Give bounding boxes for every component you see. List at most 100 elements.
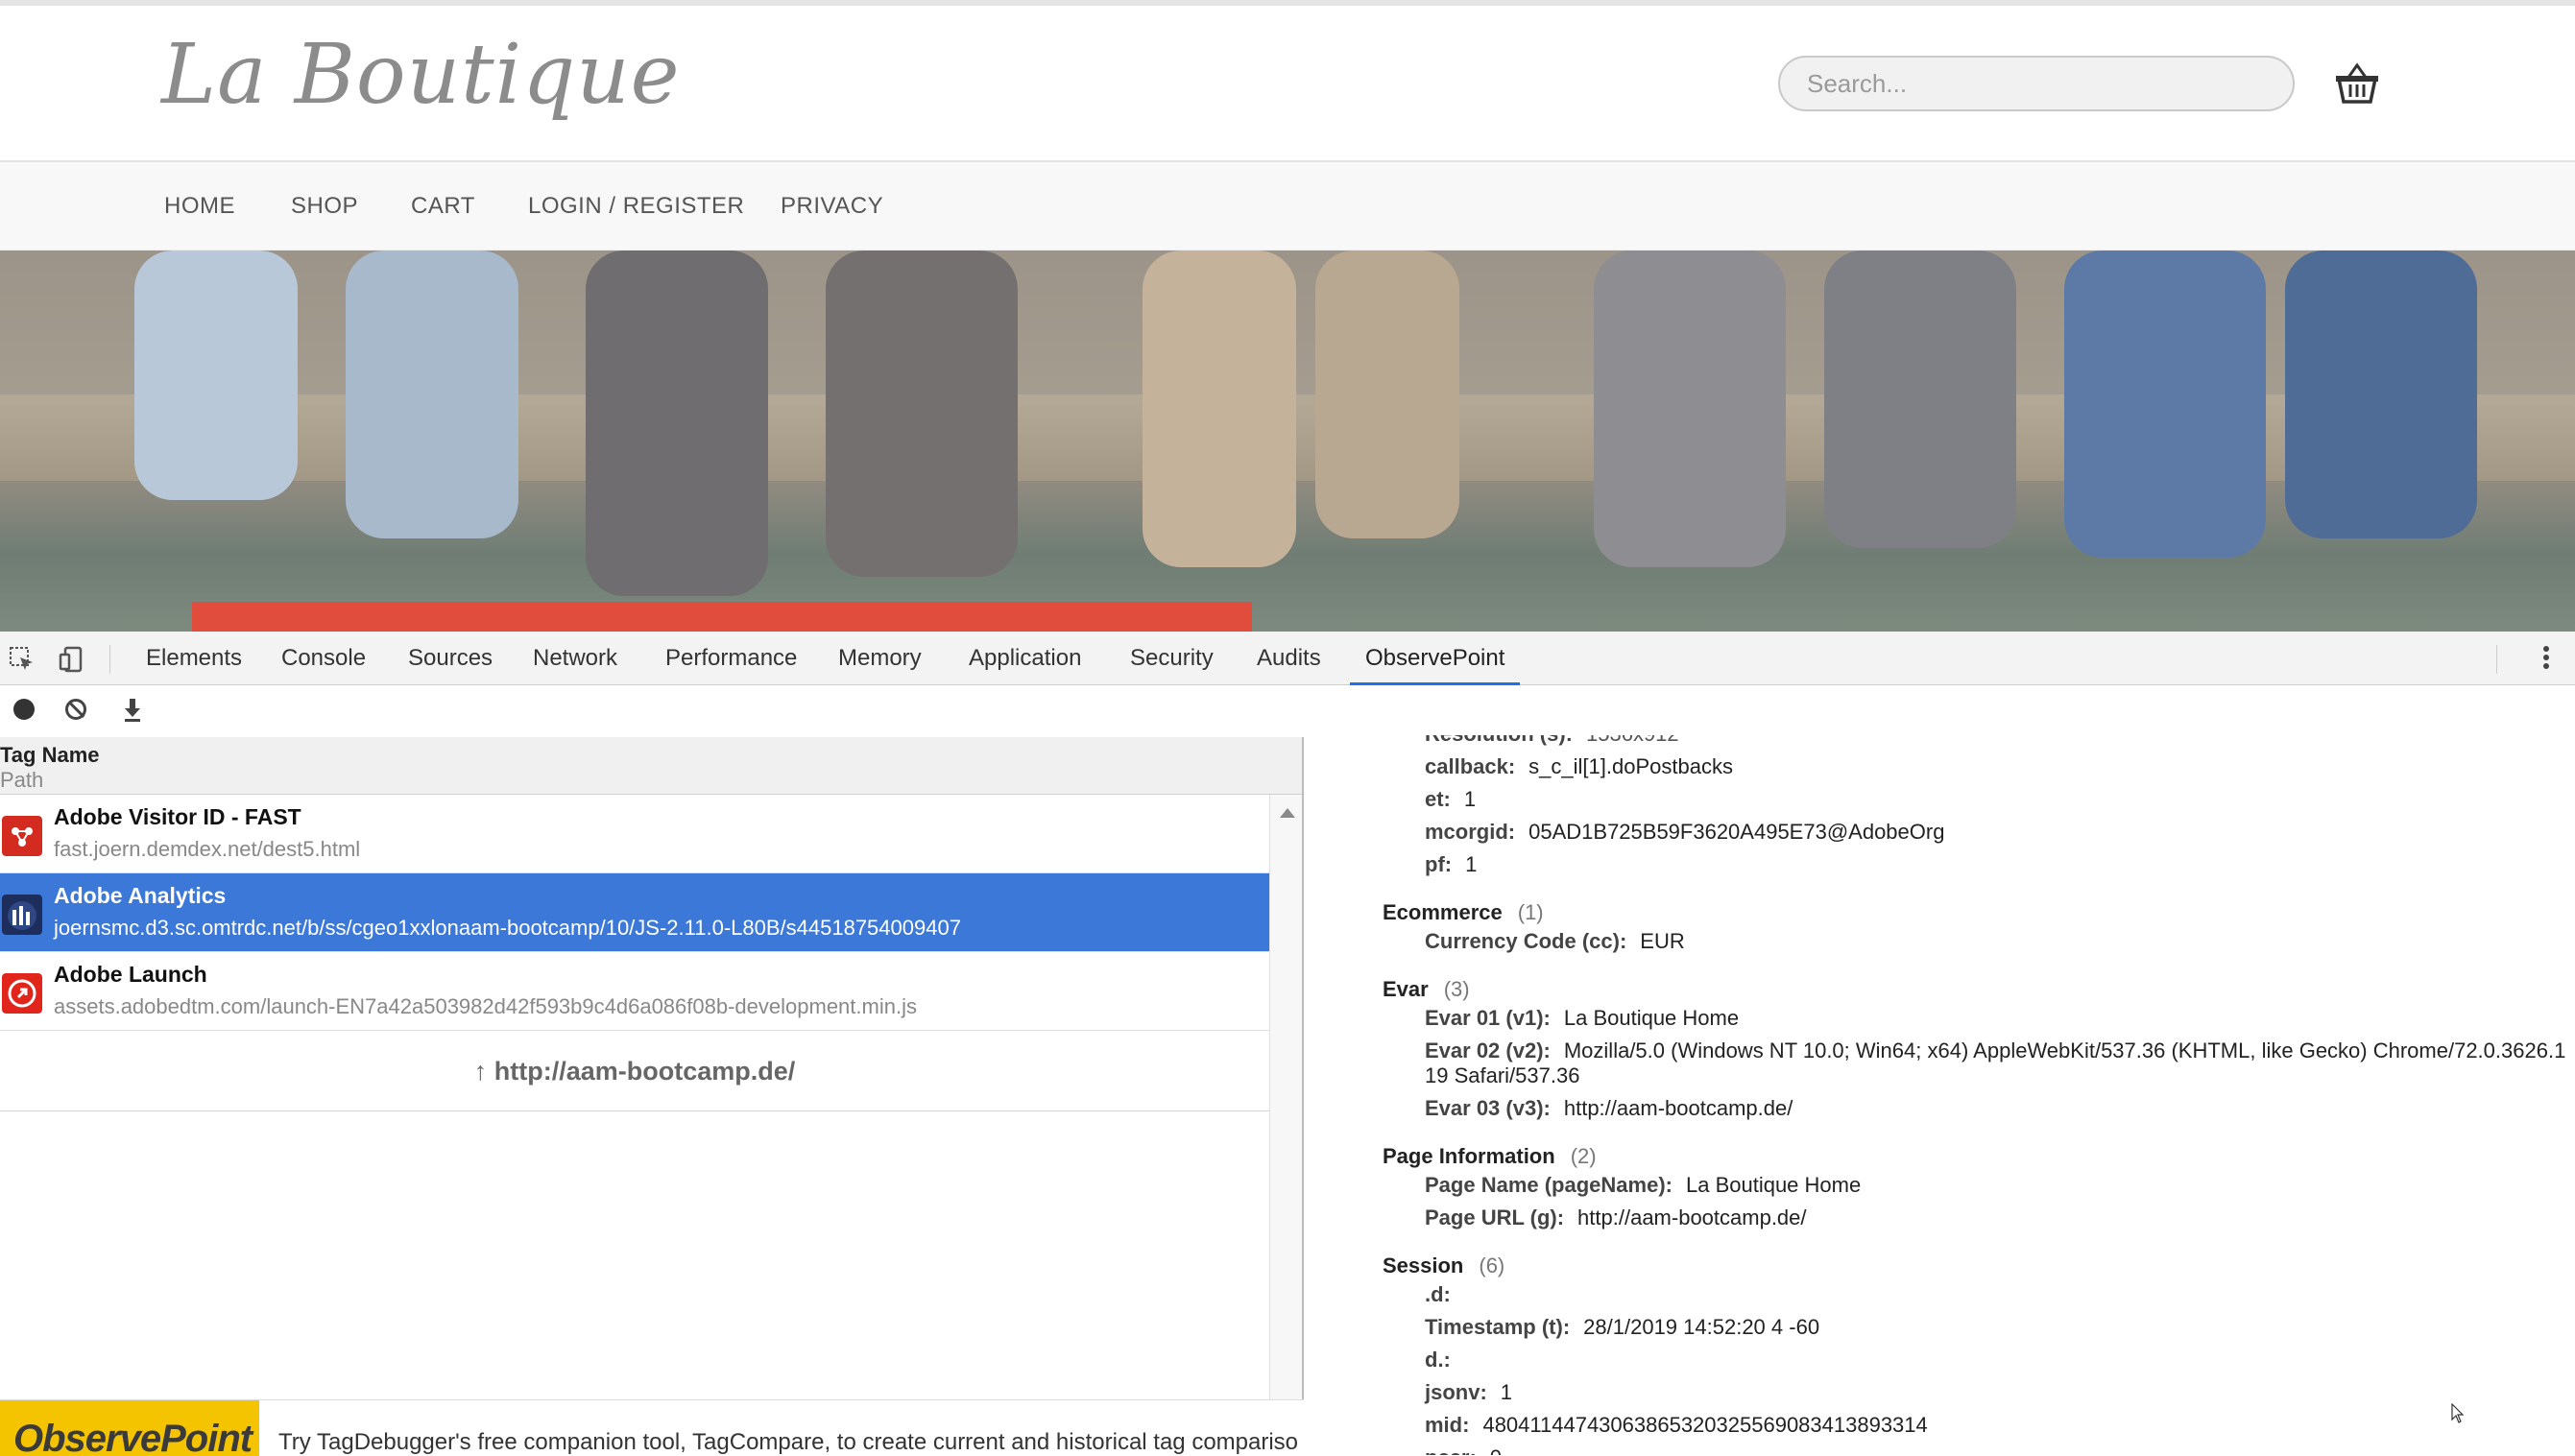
- tag-name: Adobe Launch: [54, 962, 207, 987]
- detail-key: Resolution (s):: [1425, 735, 1573, 746]
- detail-key: Page Name (pageName):: [1425, 1173, 1673, 1197]
- tab-memory[interactable]: Memory: [838, 632, 922, 685]
- tag-path: fast.joern.demdex.net/dest5.html: [54, 837, 361, 861]
- detail-key: callback:: [1425, 754, 1516, 778]
- detail-key: Timestamp (t):: [1425, 1315, 1571, 1339]
- detail-key: pccr:: [1425, 1445, 1477, 1455]
- nav-cart[interactable]: CART: [411, 193, 475, 220]
- mouse-cursor-icon: [2451, 1403, 2465, 1423]
- tag-details-panel: Resolution (s): 1536x912 callback: s_c_il[…: [1306, 735, 2575, 1455]
- detail-row: Evar 03 (v3): http://aam-bootcamp.de/: [1425, 1096, 1793, 1121]
- basket-icon[interactable]: [2333, 60, 2381, 107]
- nav-home[interactable]: HOME: [164, 193, 235, 220]
- section-title: Page Information: [1383, 1144, 1555, 1168]
- detail-row: Currency Code (cc): EUR: [1425, 929, 1685, 954]
- detail-row: .d:: [1425, 1282, 1464, 1307]
- section-evar[interactable]: Evar (3): [1383, 977, 1470, 1002]
- tab-application[interactable]: Application: [969, 632, 1081, 685]
- detail-key: Currency Code (cc):: [1425, 929, 1627, 953]
- detail-value: 28/1/2019 14:52:20 4 -60: [1583, 1315, 1820, 1339]
- tab-elements[interactable]: Elements: [146, 632, 242, 685]
- section-count: (2): [1570, 1144, 1597, 1168]
- scroll-up-icon[interactable]: [1280, 808, 1295, 818]
- detail-value: 1536x912: [1586, 735, 1679, 746]
- observepoint-logo[interactable]: ObservePoint: [0, 1400, 259, 1456]
- record-icon[interactable]: [13, 699, 35, 720]
- tab-console[interactable]: Console: [281, 632, 366, 685]
- detail-key: Page URL (g):: [1425, 1205, 1565, 1229]
- detail-value: 48041144743063865320325569083413893314: [1482, 1413, 1928, 1437]
- hero-figure: [586, 251, 768, 596]
- toolbar-divider: [2496, 645, 2497, 674]
- hero-figure: [346, 251, 518, 538]
- column-tag-name[interactable]: Tag Name: [0, 743, 100, 768]
- detail-row: d.:: [1425, 1348, 1464, 1372]
- tab-observepoint[interactable]: ObservePoint: [1350, 632, 1521, 685]
- hero-figure: [2285, 251, 2477, 538]
- detail-value: Mozilla/5.0 (Windows NT 10.0; Win64; x64…: [1563, 1038, 2566, 1062]
- tab-network[interactable]: Network: [533, 632, 617, 685]
- detail-key: pf:: [1425, 852, 1453, 876]
- nav-privacy[interactable]: PRIVACY: [781, 193, 883, 220]
- hero-figure: [1594, 251, 1786, 567]
- hero-figure: [134, 251, 298, 500]
- detail-key: Evar 02 (v2):: [1425, 1038, 1551, 1062]
- website: La Boutique Search... HOME SHOP CART LOG…: [0, 0, 2575, 632]
- toolbar-divider: [109, 645, 110, 674]
- devtools-tabbar: Elements Console Sources Network Perform…: [0, 632, 2575, 685]
- detail-key: jsonv:: [1425, 1380, 1487, 1404]
- detail-value: 19 Safari/537.36: [1425, 1063, 1580, 1087]
- site-logo[interactable]: La Boutique: [161, 27, 680, 123]
- nav-login-register[interactable]: LOGIN / REGISTER: [528, 193, 744, 220]
- detail-value: 1: [1465, 852, 1478, 876]
- detail-row: callback: s_c_il[1].doPostbacks: [1425, 754, 1733, 779]
- tag-row[interactable]: Adobe Launch assets.adobedtm.com/launch-…: [0, 952, 1269, 1031]
- promo-bar: [192, 602, 1252, 632]
- promo-text[interactable]: Try TagDebugger's free companion tool, T…: [278, 1429, 1298, 1456]
- nav-shop[interactable]: SHOP: [291, 193, 358, 220]
- clear-icon[interactable]: [65, 699, 86, 720]
- hero-figure: [1824, 251, 2016, 548]
- device-toggle-icon[interactable]: [58, 645, 86, 674]
- tag-name: Adobe Visitor ID - FAST: [54, 804, 301, 829]
- tab-audits[interactable]: Audits: [1257, 632, 1321, 685]
- search-input[interactable]: Search...: [1778, 56, 2295, 111]
- promo-banner: ObservePoint Try TagDebugger's free comp…: [0, 1399, 1304, 1456]
- devtools-panel: Elements Console Sources Network Perform…: [0, 632, 2575, 1456]
- section-count: (6): [1479, 1253, 1505, 1277]
- detail-value: La Boutique Home: [1563, 1006, 1740, 1030]
- section-title: Ecommerce: [1383, 900, 1503, 924]
- hero-figure: [1315, 251, 1459, 538]
- detail-key: mid:: [1425, 1413, 1470, 1437]
- inspect-element-icon[interactable]: [8, 645, 36, 674]
- tab-performance[interactable]: Performance: [665, 632, 797, 685]
- hero-figure: [826, 251, 1018, 577]
- detail-row: Page URL (g): http://aam-bootcamp.de/: [1425, 1205, 1807, 1230]
- hero-banner: [0, 251, 2575, 632]
- section-page-information[interactable]: Page Information (2): [1383, 1144, 1597, 1169]
- hero-figure: [1143, 251, 1296, 567]
- detail-value: 05AD1B725B59F3620A495E73@AdobeOrg: [1528, 820, 1945, 844]
- detail-value: 1: [1500, 1380, 1513, 1404]
- section-count: (3): [1443, 977, 1470, 1001]
- tab-sources[interactable]: Sources: [408, 632, 493, 685]
- tab-security[interactable]: Security: [1130, 632, 1214, 685]
- detail-row: Evar 01 (v1): La Boutique Home: [1425, 1006, 1739, 1031]
- detail-row: Page Name (pageName): La Boutique Home: [1425, 1173, 1861, 1198]
- detail-key: .d:: [1425, 1282, 1451, 1306]
- tag-row[interactable]: Adobe Visitor ID - FAST fast.joern.demde…: [0, 795, 1269, 873]
- detail-key: Evar 03 (v3):: [1425, 1096, 1551, 1120]
- detail-row: Resolution (s): 1536x912: [1425, 735, 1679, 747]
- detail-row: mid: 480411447430638653203255690834138933…: [1425, 1413, 1928, 1438]
- detail-row: Evar 02 (v2): Mozilla/5.0 (Windows NT 10.…: [1425, 1038, 2565, 1063]
- download-icon[interactable]: [123, 697, 142, 722]
- tag-row-selected[interactable]: Adobe Analytics joernsmc.d3.sc.omtrdc.ne…: [0, 873, 1269, 952]
- section-ecommerce[interactable]: Ecommerce (1): [1383, 900, 1544, 925]
- page-url-row[interactable]: ↑ http://aam-bootcamp.de/: [0, 1033, 1269, 1111]
- more-options-icon[interactable]: [2537, 643, 2556, 674]
- detail-row: Timestamp (t): 28/1/2019 14:52:20 4 -60: [1425, 1315, 1819, 1340]
- detail-key: mcorgid:: [1425, 820, 1516, 844]
- section-session[interactable]: Session (6): [1383, 1253, 1504, 1278]
- section-count: (1): [1517, 900, 1544, 924]
- tag-list-scrollbar[interactable]: [1269, 795, 1302, 1455]
